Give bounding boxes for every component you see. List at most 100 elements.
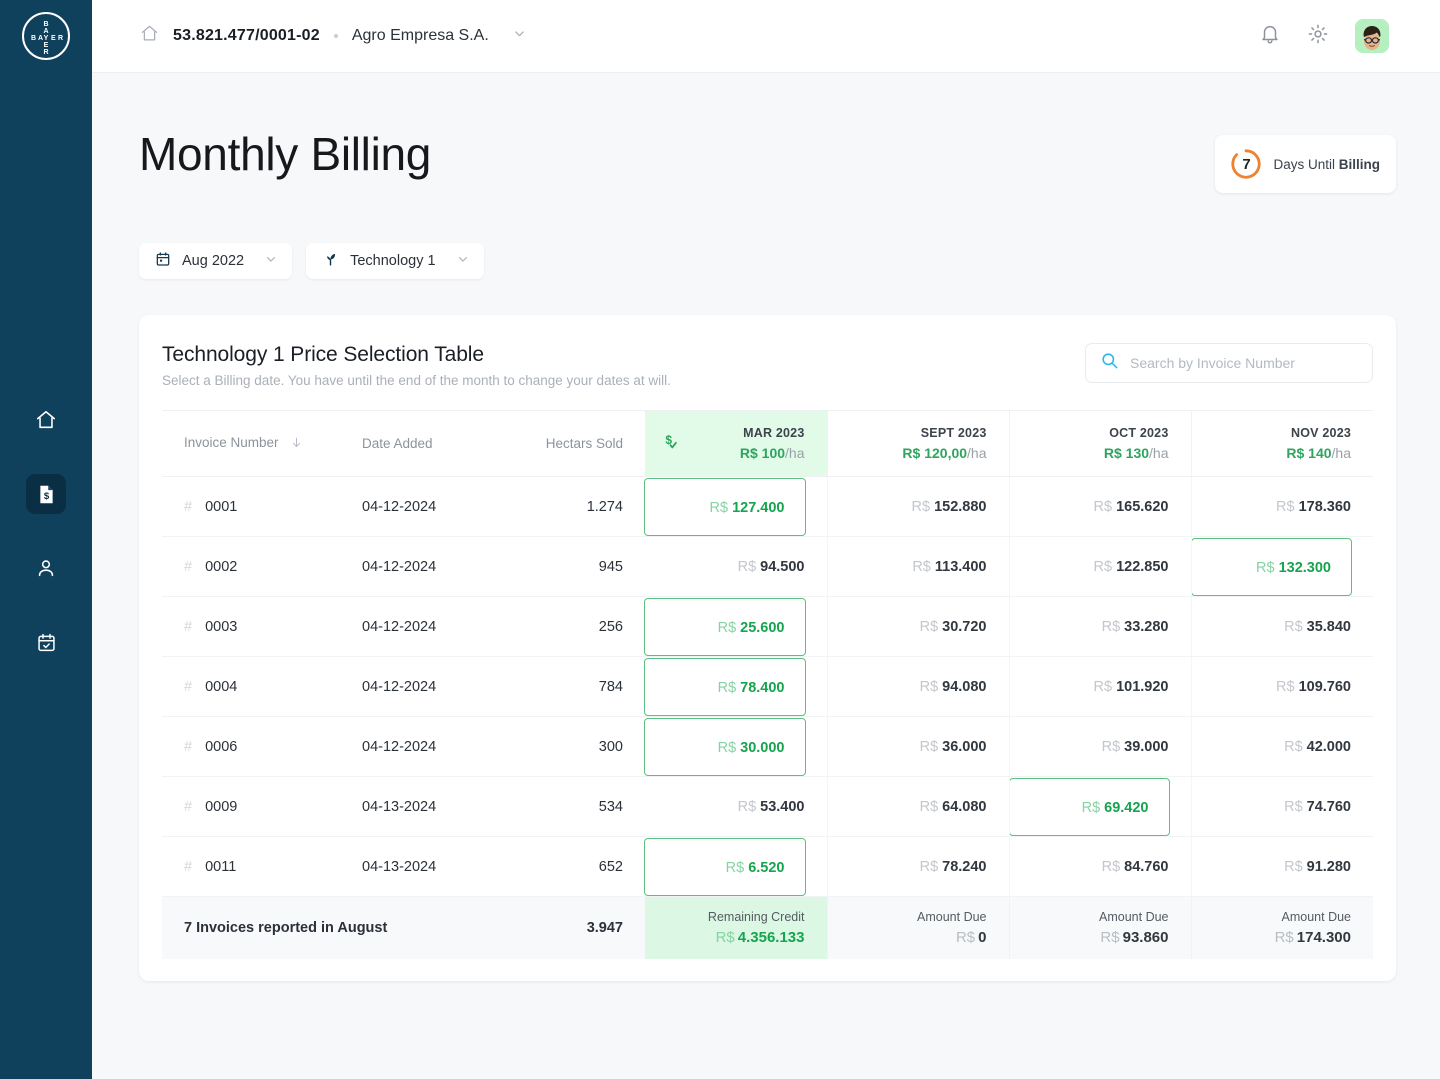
cell-price-sept-2023[interactable]: R$ 113.400 xyxy=(826,536,1009,597)
footer-total-value: R$ 93.860 xyxy=(1010,929,1168,946)
price-cell-box[interactable]: R$ 25.600 xyxy=(644,597,806,656)
price-cell-box[interactable]: R$ 91.280 xyxy=(1192,838,1372,896)
month-price: R$ 120,00/ha xyxy=(842,445,986,461)
sidebar-item-account[interactable] xyxy=(26,548,66,588)
price-cell-box[interactable]: R$ 30.720 xyxy=(828,598,1007,656)
price-cell-box[interactable]: R$ 64.080 xyxy=(828,778,1007,836)
cell-price-mar-2023[interactable]: R$ 127.400 xyxy=(644,476,827,537)
price-cell-box[interactable]: R$ 109.760 xyxy=(1192,658,1372,716)
currency-symbol: R$ xyxy=(1093,558,1113,575)
price-cell-box[interactable]: R$ 94.080 xyxy=(828,658,1007,716)
currency-symbol: R$ xyxy=(919,798,939,815)
price-cell-box[interactable]: R$ 33.280 xyxy=(1010,598,1189,656)
price-cell-box[interactable]: R$ 69.420 xyxy=(1008,777,1170,836)
currency-symbol: R$ xyxy=(1093,498,1113,515)
home-icon[interactable] xyxy=(140,24,159,48)
cell-price-oct-2023[interactable]: R$ 101.920 xyxy=(1008,656,1191,717)
price-cell-box[interactable]: R$ 78.400 xyxy=(644,657,806,716)
price-cell-box[interactable]: R$ 178.360 xyxy=(1192,478,1372,536)
cell-price-sept-2023[interactable]: R$ 78.240 xyxy=(826,836,1009,897)
column-header-invoice-number[interactable]: Invoice Number xyxy=(162,410,340,477)
price-cell-box[interactable]: R$ 127.400 xyxy=(644,477,806,536)
cell-hectars-sold: 256 xyxy=(526,596,645,657)
dollar-check-icon: $ xyxy=(659,431,681,456)
cell-price-sept-2023[interactable]: R$ 94.080 xyxy=(826,656,1009,717)
cell-price-nov-2023[interactable]: R$ 178.360 xyxy=(1190,476,1373,537)
price-cell-box[interactable]: R$ 132.300 xyxy=(1190,537,1352,596)
cell-price-sept-2023[interactable]: R$ 64.080 xyxy=(826,776,1009,837)
cell-price-nov-2023[interactable]: R$ 132.300 xyxy=(1190,536,1373,597)
cell-price-nov-2023[interactable]: R$ 109.760 xyxy=(1190,656,1373,717)
card-header: Technology 1 Price Selection Table Selec… xyxy=(162,343,1373,388)
cell-price-sept-2023[interactable]: R$ 30.720 xyxy=(826,596,1009,657)
sidebar-item-home[interactable] xyxy=(26,400,66,440)
cell-price-mar-2023[interactable]: R$ 53.400 xyxy=(645,776,827,837)
month-price-value: R$ 140 xyxy=(1286,445,1332,461)
column-header-month-nov-2023[interactable]: NOV 2023 R$ 140/ha xyxy=(1190,410,1373,477)
avatar[interactable] xyxy=(1355,19,1389,53)
cell-price-mar-2023[interactable]: R$ 94.500 xyxy=(645,536,827,597)
price-cell-box[interactable]: R$ 39.000 xyxy=(1010,718,1189,776)
chevron-down-icon[interactable] xyxy=(512,26,527,46)
price-cell-box[interactable]: R$ 94.500 xyxy=(645,538,825,596)
cell-price-mar-2023[interactable]: R$ 78.400 xyxy=(644,656,827,717)
currency-symbol: R$ xyxy=(1276,678,1295,695)
currency-symbol: R$ xyxy=(709,499,729,516)
cell-price-oct-2023[interactable]: R$ 33.280 xyxy=(1008,596,1191,657)
column-header-hectars-sold[interactable]: Hectars Sold xyxy=(526,410,645,477)
bell-icon[interactable] xyxy=(1259,23,1281,50)
sidebar: B A Y E R B A E R $ xyxy=(0,0,92,1079)
cell-price-oct-2023[interactable]: R$ 165.620 xyxy=(1008,476,1191,537)
search-input[interactable] xyxy=(1130,355,1358,371)
price-cell-box[interactable]: R$ 84.760 xyxy=(1010,838,1189,896)
bayer-logo: B A Y E R B A E R xyxy=(22,12,70,60)
price-cell-box[interactable]: R$ 78.240 xyxy=(828,838,1007,896)
price-cell-box[interactable]: R$ 36.000 xyxy=(828,718,1007,776)
footer-total-label: Amount Due xyxy=(1281,909,1351,924)
cell-price-oct-2023[interactable]: R$ 84.760 xyxy=(1008,836,1191,897)
cell-price-nov-2023[interactable]: R$ 91.280 xyxy=(1190,836,1373,897)
month-price-value: R$ 130 xyxy=(1103,445,1150,461)
column-header-month-oct-2023[interactable]: OCT 2023 R$ 130/ha xyxy=(1008,410,1191,477)
sidebar-item-schedule[interactable] xyxy=(26,622,66,662)
cell-invoice-number: #0002 xyxy=(162,536,340,597)
cell-price-oct-2023[interactable]: R$ 122.850 xyxy=(1008,536,1191,597)
search-box[interactable] xyxy=(1085,343,1373,383)
cell-price-nov-2023[interactable]: R$ 74.760 xyxy=(1190,776,1373,837)
cell-price-nov-2023[interactable]: R$ 35.840 xyxy=(1190,596,1373,657)
price-cell-box[interactable]: R$ 165.620 xyxy=(1010,478,1189,536)
cell-price-mar-2023[interactable]: R$ 30.000 xyxy=(644,716,827,777)
price-cell-box[interactable]: R$ 53.400 xyxy=(645,778,825,836)
gear-icon[interactable] xyxy=(1307,23,1329,50)
price-cell-box[interactable]: R$ 122.850 xyxy=(1010,538,1189,596)
price-value: 69.420 xyxy=(1104,799,1149,816)
column-header-month-mar-2023[interactable]: $ MAR 2023 R$ 100/ha xyxy=(645,410,827,477)
price-cell-box[interactable]: R$ 30.000 xyxy=(644,717,806,776)
cell-price-mar-2023[interactable]: R$ 6.520 xyxy=(644,836,827,897)
breadcrumb-cnpj[interactable]: 53.821.477/0001-02 xyxy=(173,27,320,45)
price-cell-box[interactable]: R$ 35.840 xyxy=(1192,598,1372,656)
price-cell-box[interactable]: R$ 101.920 xyxy=(1010,658,1189,716)
column-header-month-sept-2023[interactable]: SEPT 2023 R$ 120,00/ha xyxy=(826,410,1009,477)
price-cell-box[interactable]: R$ 113.400 xyxy=(828,538,1007,596)
column-header-date-added[interactable]: Date Added xyxy=(340,410,526,477)
filter-technology-dropdown[interactable]: Technology 1 xyxy=(306,243,484,279)
sort-arrow-down-icon[interactable] xyxy=(290,437,303,452)
table-row: #0011 04-13-2024 652 R$ 6.520 R$ 78.240 R$ 84.76… xyxy=(162,836,1373,897)
countdown-label-bold: Billing xyxy=(1338,156,1380,172)
sidebar-item-billing[interactable]: $ xyxy=(26,474,66,514)
breadcrumb-company[interactable]: Agro Empresa S.A. xyxy=(352,27,489,45)
price-cell-box[interactable]: R$ 6.520 xyxy=(644,837,806,896)
cell-price-mar-2023[interactable]: R$ 25.600 xyxy=(644,596,827,657)
price-cell-box[interactable]: R$ 152.880 xyxy=(828,478,1007,536)
price-value: 30.720 xyxy=(942,618,987,635)
cell-price-sept-2023[interactable]: R$ 152.880 xyxy=(826,476,1009,537)
cell-price-sept-2023[interactable]: R$ 36.000 xyxy=(826,716,1009,777)
filter-month-dropdown[interactable]: Aug 2022 xyxy=(139,243,293,279)
price-cell-box[interactable]: R$ 42.000 xyxy=(1192,718,1372,776)
cell-hectars-sold: 300 xyxy=(526,716,645,777)
cell-price-oct-2023[interactable]: R$ 69.420 xyxy=(1008,776,1191,837)
cell-price-nov-2023[interactable]: R$ 42.000 xyxy=(1190,716,1373,777)
cell-price-oct-2023[interactable]: R$ 39.000 xyxy=(1008,716,1191,777)
price-cell-box[interactable]: R$ 74.760 xyxy=(1192,778,1372,836)
